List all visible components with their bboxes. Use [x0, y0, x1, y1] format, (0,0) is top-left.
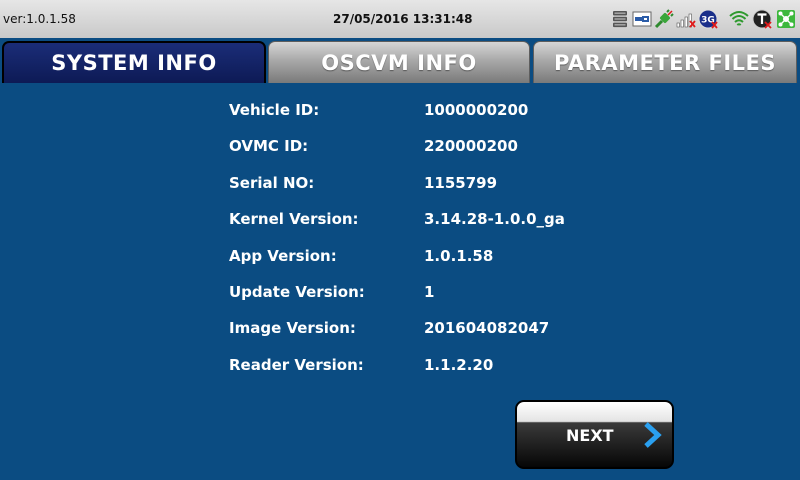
transmission-icon — [752, 9, 772, 29]
connector-icon[interactable] — [654, 9, 674, 29]
info-value: 1155799 — [424, 174, 498, 192]
app-version-label: ver:1.0.1.58 — [3, 12, 76, 26]
tab-label: OSCVM INFO — [321, 50, 477, 75]
info-label: App Version: — [229, 247, 337, 265]
tab-label: SYSTEM INFO — [51, 51, 217, 75]
next-button-label: NEXT — [566, 426, 614, 445]
datetime-display: 27/05/2016 13:31:48 — [333, 12, 473, 26]
info-value: 3.14.28-1.0.0_ga — [424, 210, 565, 228]
signal-bars-icon — [676, 13, 696, 28]
info-label: Kernel Version: — [229, 210, 359, 228]
info-label: Reader Version: — [229, 356, 364, 374]
usb-key-icon[interactable] — [632, 9, 652, 29]
status-bar: ver:1.0.1.58 27/05/2016 13:31:48 3G — [0, 0, 800, 39]
info-label: Vehicle ID: — [229, 101, 320, 119]
info-label: OVMC ID: — [229, 137, 309, 155]
tab-oscvm-info[interactable]: OSCVM INFO — [268, 41, 530, 83]
tab-label: PARAMETER FILES — [553, 50, 777, 75]
info-value: 1 — [424, 283, 435, 301]
info-value: 1000000200 — [424, 101, 529, 119]
tab-parameter-files[interactable]: PARAMETER FILES — [533, 41, 797, 83]
3g-icon: 3G — [698, 9, 718, 29]
tab-system-info[interactable]: SYSTEM INFO — [2, 41, 266, 83]
wifi-icon — [729, 11, 749, 26]
info-value: 1.1.2.20 — [424, 356, 494, 374]
info-value: 220000200 — [424, 137, 518, 155]
info-value: 1.0.1.58 — [424, 247, 494, 265]
info-label: Image Version: — [229, 319, 356, 337]
info-label: Update Version: — [229, 283, 365, 301]
storage-icon[interactable] — [610, 9, 630, 29]
tab-bar: SYSTEM INFO OSCVM INFO PARAMETER FILES — [0, 38, 800, 86]
info-label: Serial NO: — [229, 174, 315, 192]
info-value: 201604082047 — [424, 319, 550, 337]
network-status-icon — [777, 10, 795, 28]
chevron-right-icon — [644, 422, 662, 448]
next-button[interactable]: NEXT — [515, 400, 674, 469]
